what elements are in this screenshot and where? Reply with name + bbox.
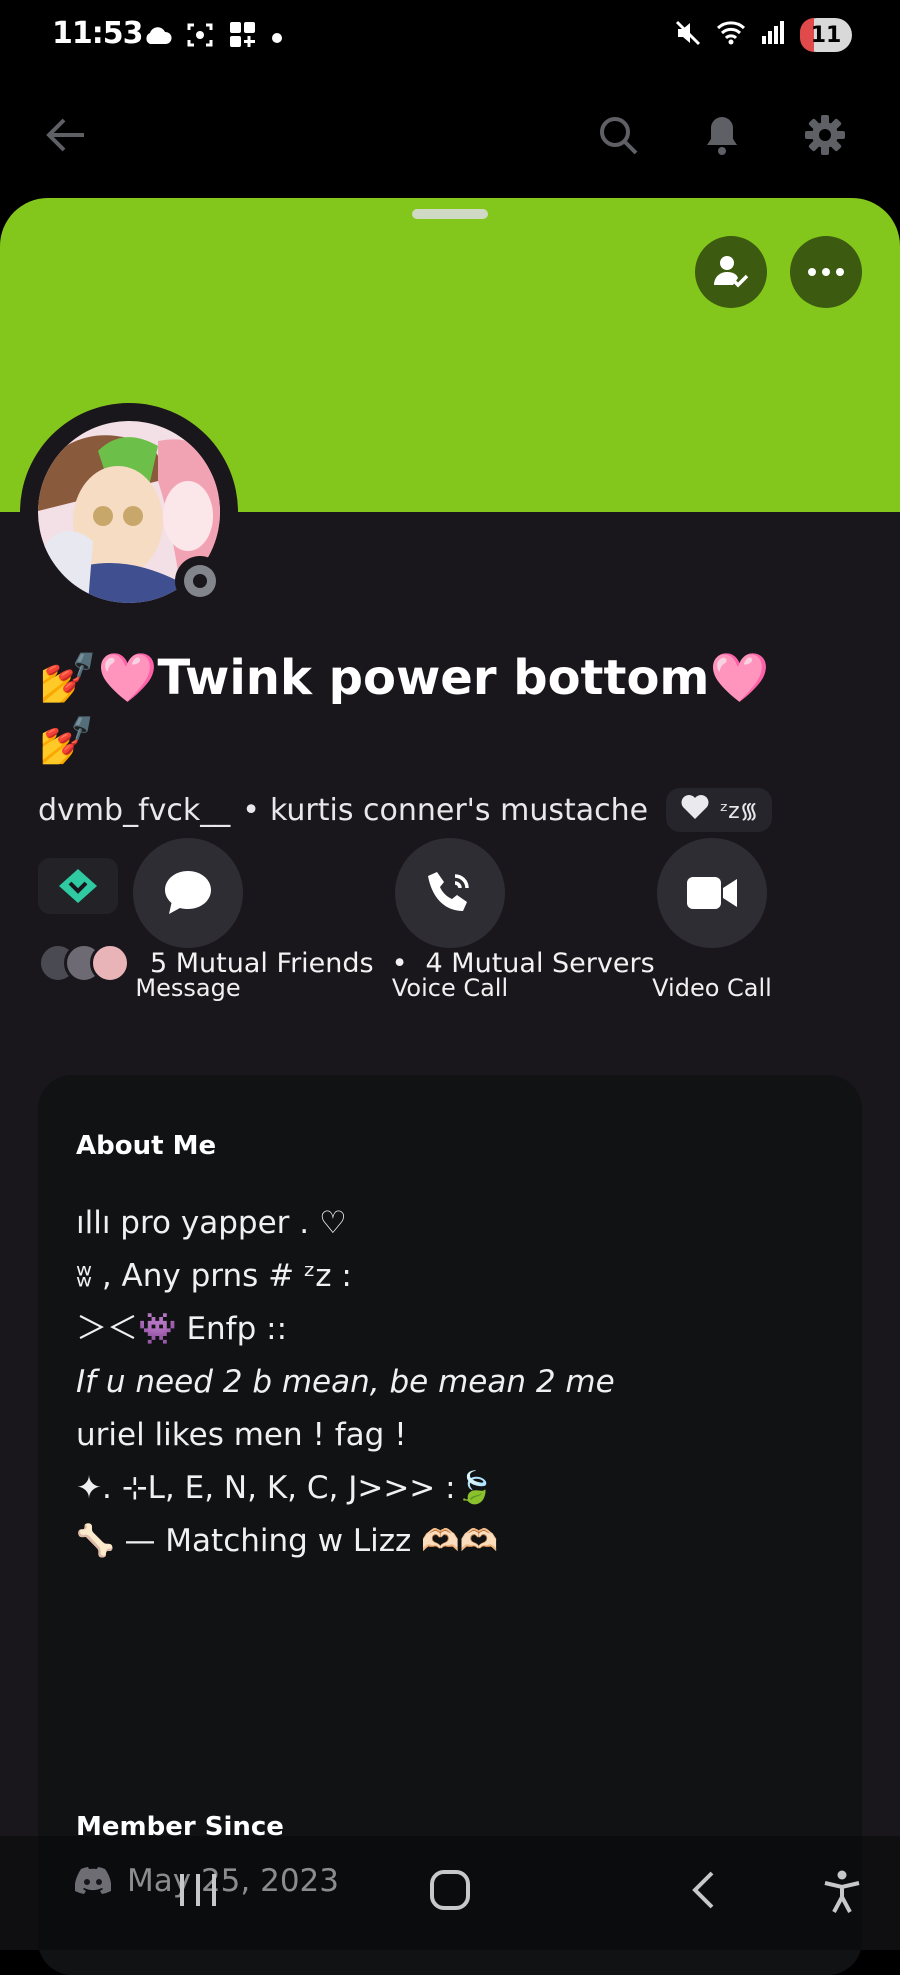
white-heart-icon xyxy=(680,794,710,826)
cloud-icon xyxy=(142,24,172,50)
friend-added-button[interactable] xyxy=(695,236,767,308)
about-line: ＞＜👾 Enfp :: xyxy=(76,1311,288,1347)
gear-icon[interactable] xyxy=(795,105,855,165)
phone-icon xyxy=(428,872,469,911)
top-navigation xyxy=(0,95,900,175)
separator: • xyxy=(242,792,260,828)
status-pill-text: ᶻz᯾ xyxy=(720,799,759,824)
about-line: 🦴 — Matching w Lizz 🫶🏻🫶🏻 xyxy=(76,1523,499,1559)
message-label: Message xyxy=(135,974,241,1002)
wifi-icon xyxy=(716,20,746,50)
username[interactable]: dvmb_fvck__ xyxy=(38,793,230,828)
status-bar: 11:53 11 xyxy=(0,0,900,70)
about-line: If u need 2 b mean, be mean 2 me xyxy=(76,1364,615,1400)
signal-icon xyxy=(760,20,786,50)
video-camera-icon xyxy=(687,877,737,909)
apps-grid-icon xyxy=(228,20,258,54)
drag-handle[interactable] xyxy=(412,209,488,219)
about-line: ʬ , Any prns # ᶻz : xyxy=(76,1258,352,1294)
discord-logo-icon xyxy=(74,1866,112,1898)
display-name: 💅🩷Twink power bottom🩷 xyxy=(38,650,770,706)
voice-call-button[interactable]: Voice Call xyxy=(350,838,550,1002)
video-call-button[interactable]: Video Call xyxy=(612,838,812,1002)
status-pill[interactable]: ᶻz᯾ xyxy=(666,788,773,832)
bell-icon[interactable] xyxy=(692,105,752,165)
home-icon[interactable] xyxy=(428,1870,472,1914)
voice-call-label: Voice Call xyxy=(391,974,509,1002)
back-arrow-icon[interactable] xyxy=(36,105,96,165)
accessibility-icon[interactable] xyxy=(822,1870,862,1918)
mute-icon xyxy=(674,19,702,51)
chat-bubble-icon xyxy=(165,871,211,914)
status-time: 11:53 xyxy=(52,16,143,51)
username-line: dvmb_fvck__ • kurtis conner's mustache ᶻ… xyxy=(38,788,773,832)
notification-dot-icon xyxy=(272,28,282,47)
message-button[interactable]: Message xyxy=(88,838,288,1002)
about-me-heading: About Me xyxy=(76,1131,217,1161)
about-line: uriel likes men ! fag ! xyxy=(76,1417,407,1453)
display-name-continued: 💅 xyxy=(38,713,96,767)
pronouns: kurtis conner's mustache xyxy=(269,792,649,828)
battery-indicator: 11 xyxy=(800,18,852,52)
user-check-icon xyxy=(714,256,749,288)
video-call-label: Video Call xyxy=(652,974,772,1002)
search-icon[interactable] xyxy=(588,105,648,165)
ellipsis-icon xyxy=(808,268,844,276)
more-options-button[interactable] xyxy=(790,236,862,308)
screenshot-icon xyxy=(186,21,214,53)
back-nav-icon[interactable] xyxy=(688,1870,718,1914)
about-me-text: ıllı pro yapper . ♡ ʬ , Any prns # ᶻz : … xyxy=(76,1197,615,1568)
recent-apps-icon[interactable] xyxy=(176,1870,220,1914)
idle-status-indicator xyxy=(175,556,225,606)
member-since-date: May 25, 2023 xyxy=(127,1863,339,1899)
about-line: ıllı pro yapper . ♡ xyxy=(76,1205,347,1241)
about-line: ✦. ⊹L, E, N, K, C, J>>> :🍃 xyxy=(76,1470,495,1506)
